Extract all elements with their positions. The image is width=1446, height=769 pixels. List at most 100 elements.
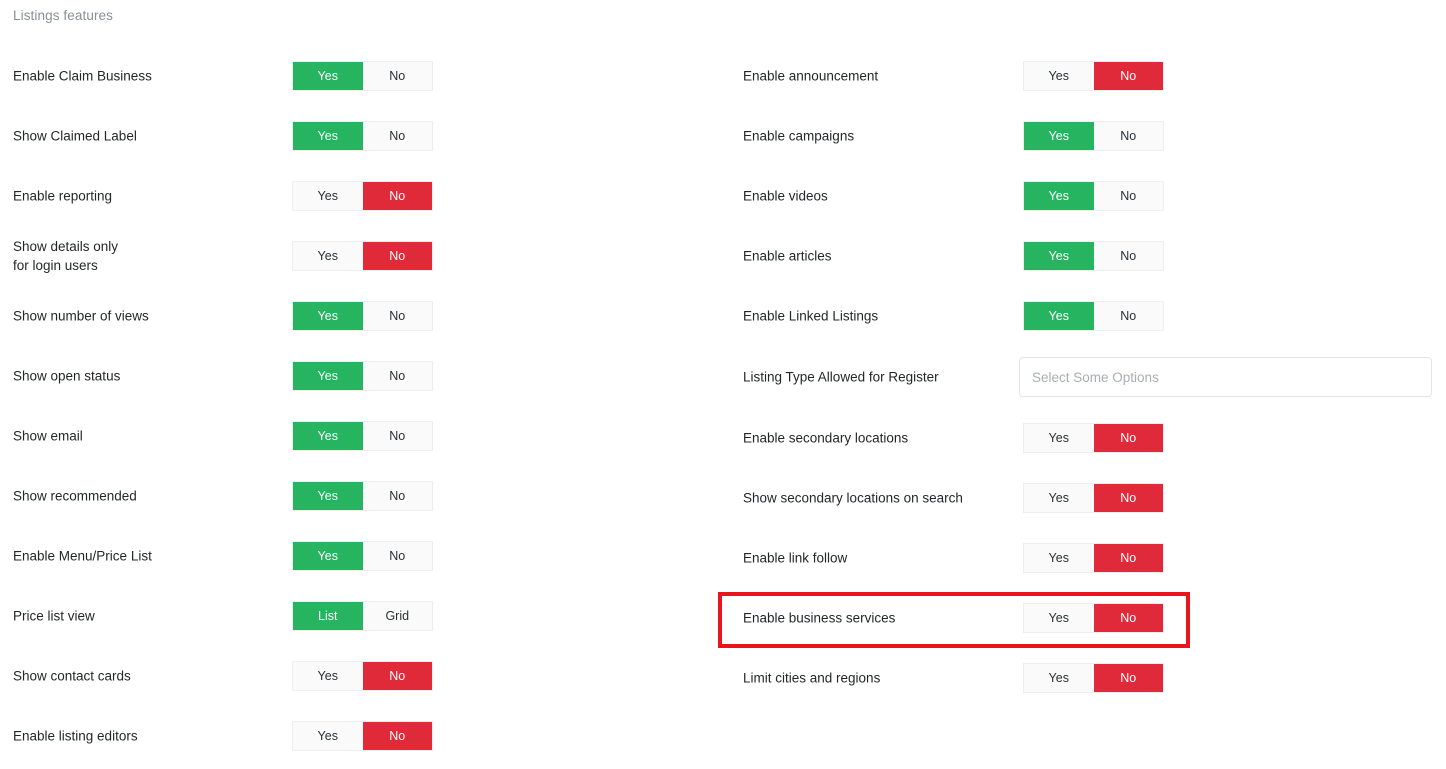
toggle-option-enable-listing-editors-no[interactable]: No: [362, 722, 432, 750]
toggle-option-enable-secondary-locations-no[interactable]: No: [1093, 424, 1163, 452]
toggle-option-show-number-of-views-no[interactable]: No: [362, 302, 432, 330]
toggle-option-show-claimed-label-no[interactable]: No: [362, 122, 432, 150]
setting-label-enable-campaigns: Enable campaigns: [743, 128, 855, 144]
toggle-show-secondary-locations-on-search[interactable]: Yes No: [1023, 483, 1164, 513]
toggle-enable-articles[interactable]: Yes No: [1023, 241, 1164, 271]
toggle-option-enable-claim-business-no[interactable]: No: [362, 62, 432, 90]
toggle-option-enable-link-follow-no[interactable]: No: [1093, 544, 1163, 572]
setting-row: Enable Menu/Price List Yes No: [0, 526, 713, 586]
setting-label-enable-menu-price-list: Enable Menu/Price List: [13, 548, 152, 564]
toggle-option-enable-listing-editors-yes[interactable]: Yes: [293, 722, 363, 750]
toggle-option-price-list-view-list[interactable]: List: [293, 602, 363, 630]
toggle-enable-linked-listings[interactable]: Yes No: [1023, 301, 1164, 331]
setting-row: Enable business services Yes No: [713, 588, 1446, 648]
toggle-option-show-open-status-no[interactable]: No: [362, 362, 432, 390]
setting-label-enable-claim-business: Enable Claim Business: [13, 68, 152, 84]
toggle-show-recommended[interactable]: Yes No: [292, 481, 433, 511]
toggle-option-enable-reporting-no[interactable]: No: [362, 182, 432, 210]
toggle-show-email[interactable]: Yes No: [292, 421, 433, 451]
setting-label-show-number-of-views: Show number of views: [13, 308, 149, 324]
setting-label-show-open-status: Show open status: [13, 368, 121, 384]
toggle-option-enable-menu-price-list-no[interactable]: No: [362, 542, 432, 570]
setting-row: Limit cities and regions Yes No: [713, 648, 1446, 708]
toggle-option-enable-link-follow-yes[interactable]: Yes: [1024, 544, 1094, 572]
toggle-enable-secondary-locations[interactable]: Yes No: [1023, 423, 1164, 453]
toggle-option-show-details-only-for-login-users-yes[interactable]: Yes: [293, 242, 363, 270]
toggle-show-contact-cards[interactable]: Yes No: [292, 661, 433, 691]
setting-label-limit-cities-and-regions: Limit cities and regions: [743, 670, 881, 686]
setting-row: Enable campaigns Yes No: [713, 106, 1446, 166]
select-listing-type-allowed-for-register[interactable]: Select Some Options: [1019, 357, 1432, 397]
toggle-option-show-secondary-locations-on-search-no[interactable]: No: [1093, 484, 1163, 512]
setting-label-show-recommended: Show recommended: [13, 488, 137, 504]
toggle-price-list-view[interactable]: List Grid: [292, 601, 433, 631]
setting-row: Show details only for login users Yes No: [0, 226, 713, 286]
toggle-option-limit-cities-and-regions-no[interactable]: No: [1093, 664, 1163, 692]
toggle-option-enable-menu-price-list-yes[interactable]: Yes: [293, 542, 363, 570]
toggle-option-enable-claim-business-yes[interactable]: Yes: [293, 62, 363, 90]
left-settings-column: Enable Claim Business Yes No Show Claimed L…: [0, 46, 713, 766]
toggle-option-show-details-only-for-login-users-no[interactable]: No: [362, 242, 432, 270]
setting-label-show-contact-cards: Show contact cards: [13, 668, 131, 684]
setting-row: Enable Linked Listings Yes No: [713, 286, 1446, 346]
toggle-option-enable-campaigns-no[interactable]: No: [1093, 122, 1163, 150]
toggle-option-enable-reporting-yes[interactable]: Yes: [293, 182, 363, 210]
setting-label-enable-business-services: Enable business services: [743, 610, 896, 626]
setting-row: Listing Type Allowed for Register Select …: [713, 346, 1446, 408]
toggle-show-claimed-label[interactable]: Yes No: [292, 121, 433, 151]
setting-row: Show open status Yes No: [0, 346, 713, 406]
toggle-enable-videos[interactable]: Yes No: [1023, 181, 1164, 211]
toggle-option-enable-videos-no[interactable]: No: [1093, 182, 1163, 210]
setting-row: Enable Claim Business Yes No: [0, 46, 713, 106]
toggle-option-show-recommended-yes[interactable]: Yes: [293, 482, 363, 510]
toggle-option-limit-cities-and-regions-yes[interactable]: Yes: [1024, 664, 1094, 692]
toggle-option-show-contact-cards-no[interactable]: No: [362, 662, 432, 690]
toggle-option-show-recommended-no[interactable]: No: [362, 482, 432, 510]
section-title: Listings features: [13, 8, 114, 23]
toggle-option-enable-linked-listings-yes[interactable]: Yes: [1024, 302, 1094, 330]
setting-row: Show Claimed Label Yes No: [0, 106, 713, 166]
toggle-option-show-number-of-views-yes[interactable]: Yes: [293, 302, 363, 330]
toggle-option-enable-business-services-yes[interactable]: Yes: [1024, 604, 1094, 632]
setting-label-show-claimed-label: Show Claimed Label: [13, 128, 137, 144]
toggle-option-enable-videos-yes[interactable]: Yes: [1024, 182, 1094, 210]
toggle-option-enable-business-services-no[interactable]: No: [1093, 604, 1163, 632]
setting-label-enable-reporting: Enable reporting: [13, 188, 113, 204]
toggle-option-enable-campaigns-yes[interactable]: Yes: [1024, 122, 1094, 150]
toggle-option-price-list-view-grid[interactable]: Grid: [362, 602, 432, 630]
toggle-option-enable-announcement-no[interactable]: No: [1093, 62, 1163, 90]
right-settings-column: Enable announcement Yes No Enable campaigns…: [713, 46, 1446, 708]
toggle-enable-campaigns[interactable]: Yes No: [1023, 121, 1164, 151]
setting-row: Price list view List Grid: [0, 586, 713, 646]
toggle-option-show-email-yes[interactable]: Yes: [293, 422, 363, 450]
setting-row: Show recommended Yes No: [0, 466, 713, 526]
toggle-option-enable-linked-listings-no[interactable]: No: [1093, 302, 1163, 330]
toggle-option-enable-articles-no[interactable]: No: [1093, 242, 1163, 270]
setting-row: Enable articles Yes No: [713, 226, 1446, 286]
toggle-option-show-secondary-locations-on-search-yes[interactable]: Yes: [1024, 484, 1094, 512]
toggle-enable-listing-editors[interactable]: Yes No: [292, 721, 433, 751]
toggle-option-show-claimed-label-yes[interactable]: Yes: [293, 122, 363, 150]
toggle-show-number-of-views[interactable]: Yes No: [292, 301, 433, 331]
toggle-limit-cities-and-regions[interactable]: Yes No: [1023, 663, 1164, 693]
toggle-option-enable-secondary-locations-yes[interactable]: Yes: [1024, 424, 1094, 452]
toggle-enable-business-services[interactable]: Yes No: [1023, 603, 1164, 633]
setting-row: Enable videos Yes No: [713, 166, 1446, 226]
toggle-option-show-open-status-yes[interactable]: Yes: [293, 362, 363, 390]
setting-label-enable-listing-editors: Enable listing editors: [13, 728, 138, 744]
toggle-option-enable-articles-yes[interactable]: Yes: [1024, 242, 1094, 270]
setting-label-show-email: Show email: [13, 428, 83, 444]
toggle-enable-reporting[interactable]: Yes No: [292, 181, 433, 211]
toggle-enable-announcement[interactable]: Yes No: [1023, 61, 1164, 91]
toggle-option-show-email-no[interactable]: No: [362, 422, 432, 450]
toggle-option-show-contact-cards-yes[interactable]: Yes: [293, 662, 363, 690]
toggle-enable-link-follow[interactable]: Yes No: [1023, 543, 1164, 573]
setting-row: Enable announcement Yes No: [713, 46, 1446, 106]
toggle-option-enable-announcement-yes[interactable]: Yes: [1024, 62, 1094, 90]
toggle-show-details-only-for-login-users[interactable]: Yes No: [292, 241, 433, 271]
toggle-show-open-status[interactable]: Yes No: [292, 361, 433, 391]
setting-label-enable-linked-listings: Enable Linked Listings: [743, 308, 879, 324]
setting-label-listing-type-allowed-for-register: Listing Type Allowed for Register: [743, 369, 939, 385]
toggle-enable-claim-business[interactable]: Yes No: [292, 61, 433, 91]
toggle-enable-menu-price-list[interactable]: Yes No: [292, 541, 433, 571]
